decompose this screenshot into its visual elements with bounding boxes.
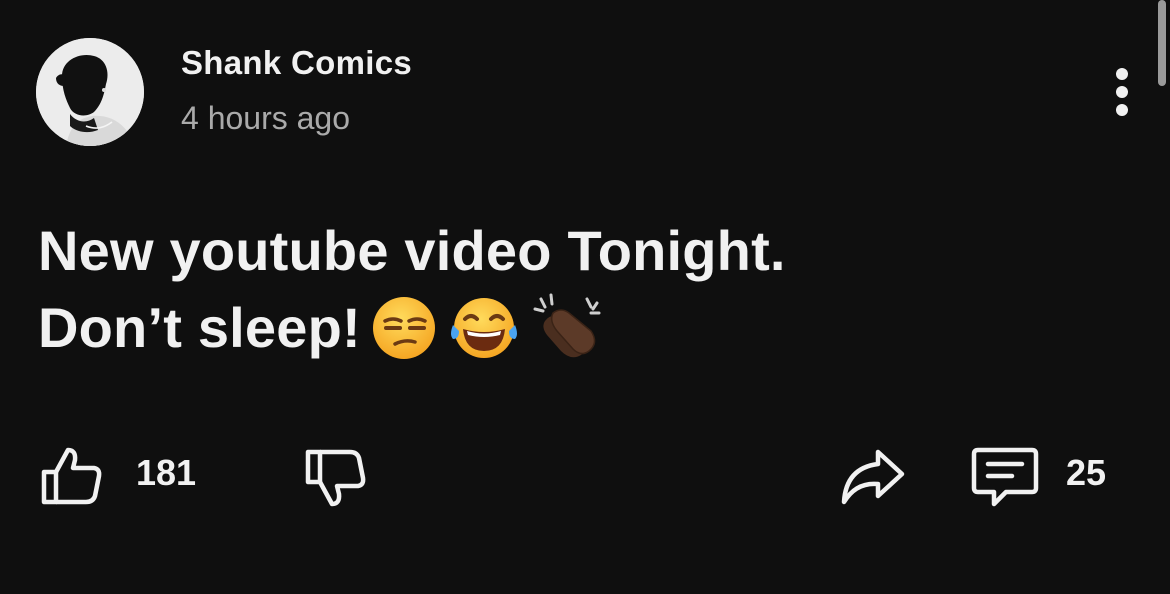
share-icon[interactable] xyxy=(838,446,908,511)
face-with-tears-of-joy-icon xyxy=(450,298,517,358)
comment-count: 25 xyxy=(1066,452,1107,493)
thumbs-up-icon[interactable] xyxy=(40,444,104,513)
author-name[interactable]: Shank Comics xyxy=(181,44,412,82)
unamused-face-icon xyxy=(372,297,435,359)
community-post: Shank Comics 4 hours ago New youtube vid… xyxy=(0,0,1170,594)
avatar[interactable] xyxy=(36,38,144,146)
more-options-icon[interactable] xyxy=(1104,64,1140,120)
action-bar: 181 25 xyxy=(0,436,1170,516)
comment-icon[interactable] xyxy=(970,444,1040,515)
like-count: 181 xyxy=(136,452,197,493)
avatar-photo xyxy=(36,38,144,146)
post-text-line-2-text: Don’t sleep! xyxy=(38,296,361,359)
post-text: New youtube video Tonight. Don’t sleep! xyxy=(38,212,1098,366)
thumbs-down-icon[interactable] xyxy=(304,446,368,515)
scrollbar[interactable] xyxy=(1158,0,1166,86)
clapping-hands-icon xyxy=(533,293,601,358)
post-text-line-2: Don’t sleep! xyxy=(38,289,1098,366)
post-text-line-1: New youtube video Tonight. xyxy=(38,219,786,282)
post-timestamp: 4 hours ago xyxy=(181,100,351,136)
